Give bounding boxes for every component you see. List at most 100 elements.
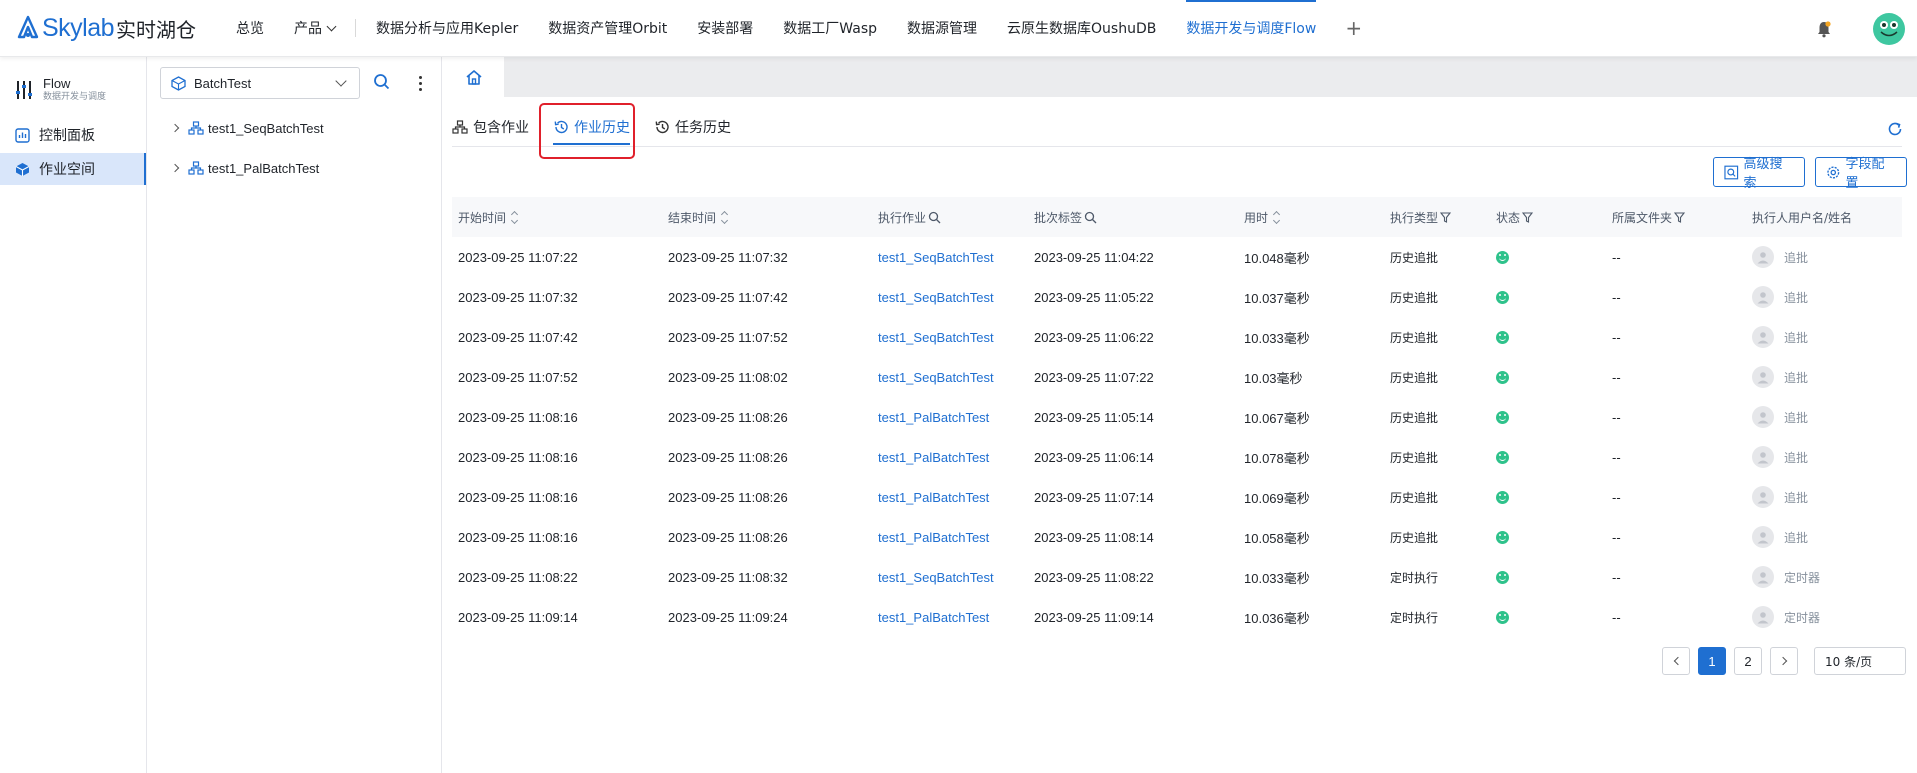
cell-job-link[interactable]: test1_PalBatchTest (872, 530, 1028, 545)
table-row[interactable]: 2023-09-25 11:08:16 2023-09-25 11:08:26 te… (452, 477, 1902, 517)
column-label: 用时 (1244, 210, 1269, 225)
chevron-right-icon[interactable] (170, 163, 180, 173)
tab-task-history[interactable]: 任务历史 (654, 107, 731, 147)
prev-page-button[interactable] (1662, 647, 1690, 675)
nav-item-oushudb[interactable]: 云原生数据库OushuDB (992, 0, 1171, 57)
app-title: Flow (43, 76, 71, 91)
table-row[interactable]: 2023-09-25 11:07:42 2023-09-25 11:07:52 te… (452, 317, 1902, 357)
filter-icon[interactable] (1522, 211, 1534, 223)
cell-exec-type: 历史追批 (1390, 250, 1439, 265)
executor-name: 追批 (1784, 410, 1809, 425)
cell-job-link[interactable]: test1_PalBatchTest (872, 450, 1028, 465)
filter-icon[interactable] (1674, 211, 1686, 223)
table-row[interactable]: 2023-09-25 11:07:22 2023-09-25 11:07:32 te… (452, 237, 1902, 277)
cell-batch-tag: 2023-09-25 11:07:22 (1034, 369, 1154, 385)
executor-name: 追批 (1784, 530, 1809, 545)
left-sidebar: Flow 数据开发与调度 控制面板 作业空间 (0, 57, 147, 773)
brand-logo[interactable]: Skylab 实时湖仓 (16, 14, 221, 43)
user-avatar-icon (1752, 246, 1774, 268)
cell-duration: 10.048毫秒 (1244, 250, 1310, 266)
main-nav: 总览 产品 数据分析与应用Kepler 数据资产管理Orbit 安装部署 数据工… (221, 0, 1376, 57)
nav-item-deploy[interactable]: 安装部署 (682, 0, 768, 57)
cell-start-time: 2023-09-25 11:07:42 (458, 329, 578, 345)
page-size-select[interactable]: 10 条/页 (1814, 647, 1906, 675)
search-icon[interactable] (928, 211, 941, 224)
nav-item-kepler[interactable]: 数据分析与应用Kepler (361, 0, 533, 57)
cell-job-link[interactable]: test1_SeqBatchTest (872, 250, 1028, 265)
tree-node-label: test1_SeqBatchTest (208, 120, 324, 136)
cell-end-time: 2023-09-25 11:08:26 (668, 409, 788, 425)
add-tab-button[interactable]: + (1331, 16, 1376, 40)
cell-job-link[interactable]: test1_PalBatchTest (872, 490, 1028, 505)
cell-job-link[interactable]: test1_PalBatchTest (872, 610, 1028, 625)
col-duration[interactable]: 用时 (1238, 209, 1384, 226)
cell-job-link[interactable]: test1_SeqBatchTest (872, 570, 1028, 585)
cell-job-link[interactable]: test1_PalBatchTest (872, 410, 1028, 425)
cell-status (1490, 330, 1606, 344)
cell-duration: 10.078毫秒 (1244, 450, 1310, 466)
tab-job-history[interactable]: 作业历史 (553, 107, 630, 147)
cell-folder: -- (1612, 329, 1621, 345)
bell-icon[interactable] (1815, 20, 1833, 38)
table-row[interactable]: 2023-09-25 11:08:22 2023-09-25 11:08:32 te… (452, 557, 1902, 597)
tree-node[interactable]: test1_SeqBatchTest (170, 117, 324, 139)
page-button[interactable]: 1 (1698, 647, 1726, 675)
sidebar-item-dashboard[interactable]: 控制面板 (0, 119, 146, 151)
success-status-icon (1496, 370, 1509, 384)
refresh-icon[interactable] (1887, 121, 1903, 137)
more-vertical-icon[interactable] (410, 73, 430, 93)
sort-icon[interactable] (510, 210, 519, 224)
nav-item-wasp[interactable]: 数据工厂Wasp (768, 0, 892, 57)
home-tab[interactable] (443, 57, 504, 97)
table-row[interactable]: 2023-09-25 11:09:14 2023-09-25 11:09:24 te… (452, 597, 1902, 637)
nav-item-flow[interactable]: 数据开发与调度Flow (1171, 0, 1331, 57)
cell-duration: 10.067毫秒 (1244, 410, 1310, 426)
tree-node[interactable]: test1_PalBatchTest (170, 157, 319, 179)
table-row[interactable]: 2023-09-25 11:08:16 2023-09-25 11:08:26 te… (452, 517, 1902, 557)
nav-item-orbit[interactable]: 数据资产管理Orbit (533, 0, 682, 57)
cell-folder: -- (1612, 369, 1621, 385)
cell-exec-type: 历史追批 (1390, 450, 1439, 465)
nav-item-overview[interactable]: 总览 (221, 0, 279, 57)
col-batch-tag: 批次标签 (1028, 209, 1238, 226)
project-select[interactable]: BatchTest (160, 67, 360, 99)
column-label: 执行类型 (1390, 210, 1439, 225)
table-row[interactable]: 2023-09-25 11:08:16 2023-09-25 11:08:26 te… (452, 437, 1902, 477)
frog-avatar-icon (1880, 20, 1898, 36)
nav-item-datasource[interactable]: 数据源管理 (892, 0, 992, 57)
next-page-button[interactable] (1770, 647, 1798, 675)
filter-icon[interactable] (1440, 211, 1452, 223)
top-right-tools (1815, 0, 1917, 57)
user-avatar-icon (1752, 606, 1774, 628)
sort-icon[interactable] (720, 210, 729, 224)
cell-start-time: 2023-09-25 11:07:32 (458, 289, 578, 305)
table-row[interactable]: 2023-09-25 11:08:16 2023-09-25 11:08:26 te… (452, 397, 1902, 437)
search-icon[interactable] (373, 73, 391, 91)
col-end-time[interactable]: 结束时间 (662, 209, 872, 226)
cell-job-link[interactable]: test1_SeqBatchTest (872, 370, 1028, 385)
cell-status (1490, 410, 1606, 424)
field-config-button[interactable]: 字段配置 (1815, 157, 1907, 191)
success-status-icon (1496, 250, 1509, 264)
advanced-search-button[interactable]: 高级搜索 (1713, 157, 1805, 191)
user-avatar[interactable] (1873, 12, 1905, 45)
col-start-time[interactable]: 开始时间 (452, 209, 662, 226)
page-tab-strip (443, 57, 1917, 97)
cell-job-link[interactable]: test1_SeqBatchTest (872, 330, 1028, 345)
cell-start-time: 2023-09-25 11:08:16 (458, 529, 578, 545)
sort-icon[interactable] (1272, 210, 1281, 224)
chevron-right-icon[interactable] (170, 123, 180, 133)
project-select-value: BatchTest (194, 75, 252, 91)
cell-executor: 追批 (1746, 246, 1902, 268)
table-row[interactable]: 2023-09-25 11:07:32 2023-09-25 11:07:42 te… (452, 277, 1902, 317)
tab-contained-jobs[interactable]: 包含作业 (452, 107, 529, 147)
cell-exec-type: 历史追批 (1390, 490, 1439, 505)
nav-item-products[interactable]: 产品 (279, 0, 350, 57)
chevron-down-icon (326, 21, 337, 31)
workflow-icon (188, 161, 204, 175)
page-button[interactable]: 2 (1734, 647, 1762, 675)
table-row[interactable]: 2023-09-25 11:07:52 2023-09-25 11:08:02 te… (452, 357, 1902, 397)
search-icon[interactable] (1084, 211, 1097, 224)
cell-job-link[interactable]: test1_SeqBatchTest (872, 290, 1028, 305)
sidebar-item-workspace[interactable]: 作业空间 (0, 153, 146, 185)
